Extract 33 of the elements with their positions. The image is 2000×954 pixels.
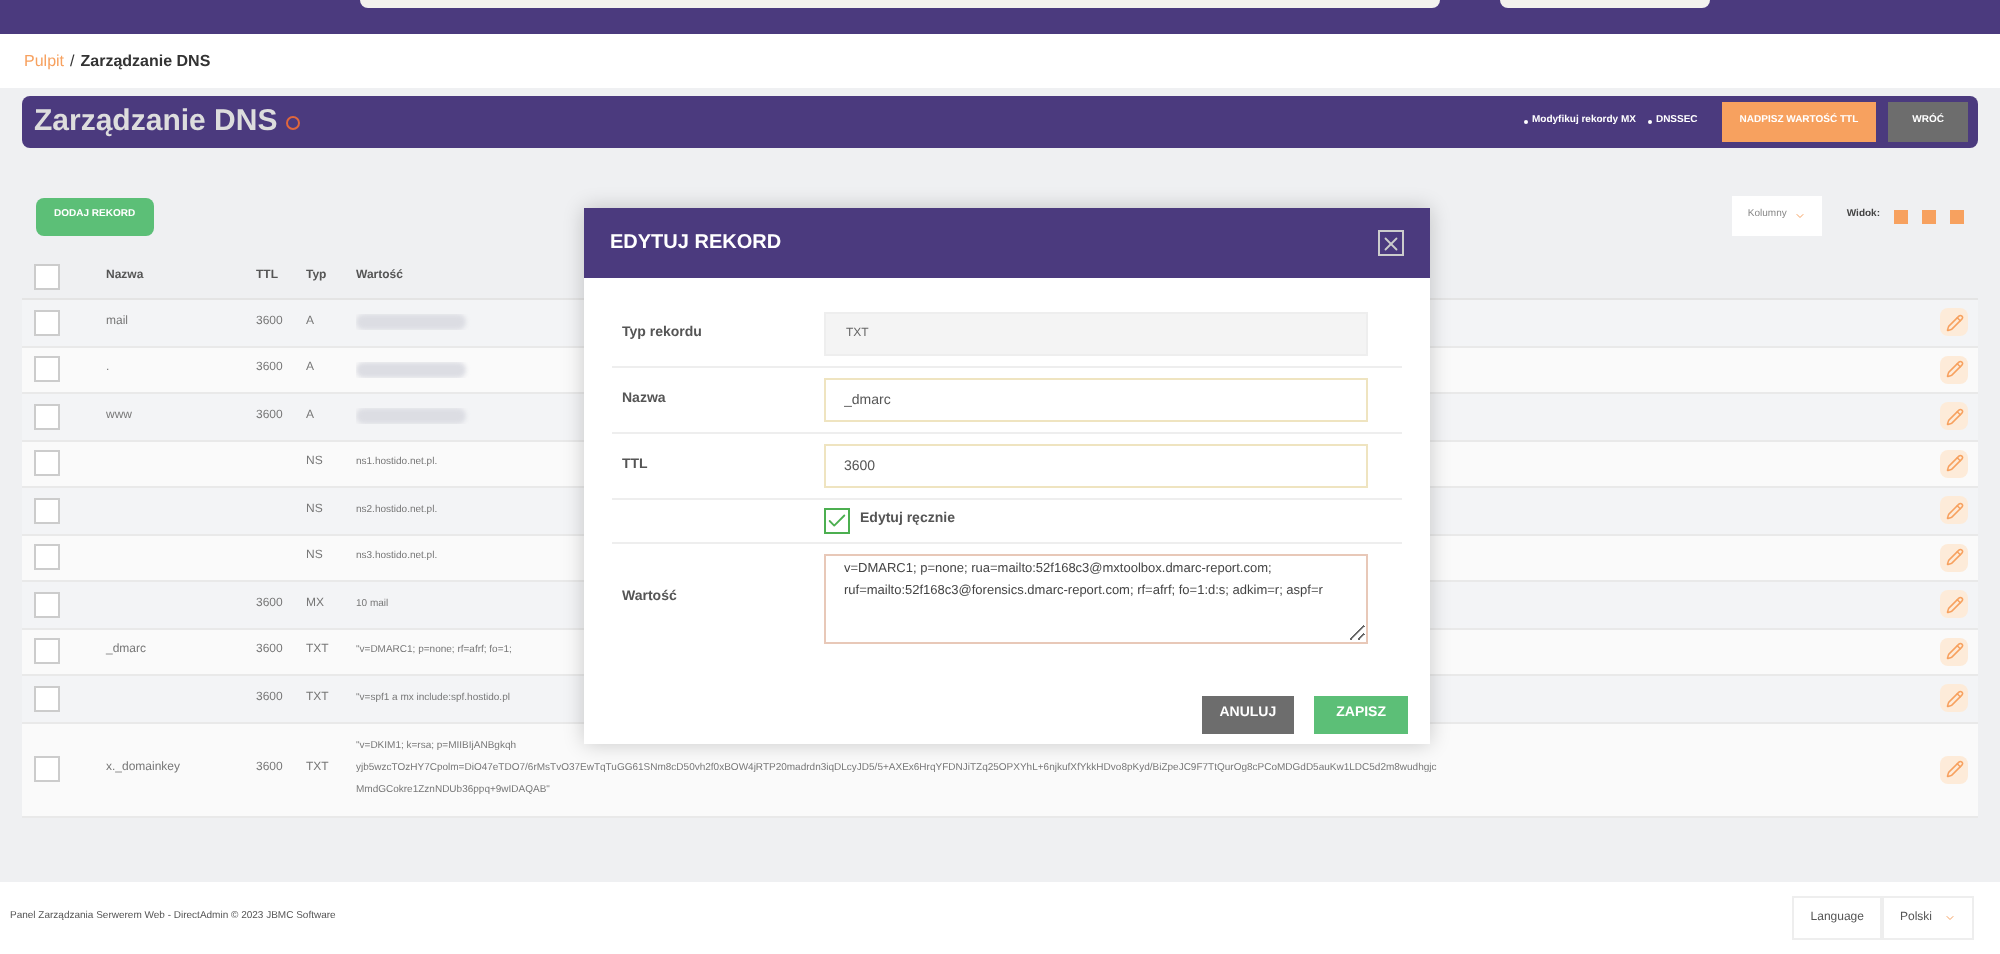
edit-button[interactable] [1940,590,1968,619]
breadcrumb-separator: / [70,49,75,73]
caret-icon [1794,210,1807,222]
help-icon[interactable] [285,115,300,129]
caret-icon [1944,912,1956,924]
edit-button[interactable] [1940,637,1968,666]
checkbox[interactable] [34,450,60,477]
checkbox[interactable] [34,309,60,336]
view-option[interactable] [1894,209,1908,223]
close-button[interactable] [1378,230,1404,256]
edit-button[interactable] [1940,355,1968,384]
edit-button[interactable] [1940,308,1968,337]
checkbox[interactable] [824,508,850,534]
checkbox[interactable] [34,685,60,712]
checkbox[interactable] [34,638,60,665]
breadcrumb-current: Zarządzanie DNS [80,49,211,73]
checkbox[interactable] [34,264,60,290]
checkbox[interactable] [34,591,60,618]
edit-button[interactable] [1940,543,1968,572]
edit-button[interactable] [1940,496,1968,525]
checkbox[interactable] [34,756,60,782]
dialog-title: EDYTUJ REKORD [610,230,782,258]
view-option[interactable] [1922,209,1936,223]
checkbox[interactable] [34,403,60,430]
view-option[interactable] [1950,209,1964,223]
edit-button[interactable] [1940,449,1968,478]
checkbox[interactable] [34,497,60,524]
edit-button[interactable] [1940,402,1968,431]
edit-button[interactable] [1940,684,1968,713]
page-title: Zarządzanie DNS [34,101,278,142]
edit-button[interactable] [1940,755,1968,783]
checkbox[interactable] [34,544,60,571]
checkbox[interactable] [34,356,60,383]
